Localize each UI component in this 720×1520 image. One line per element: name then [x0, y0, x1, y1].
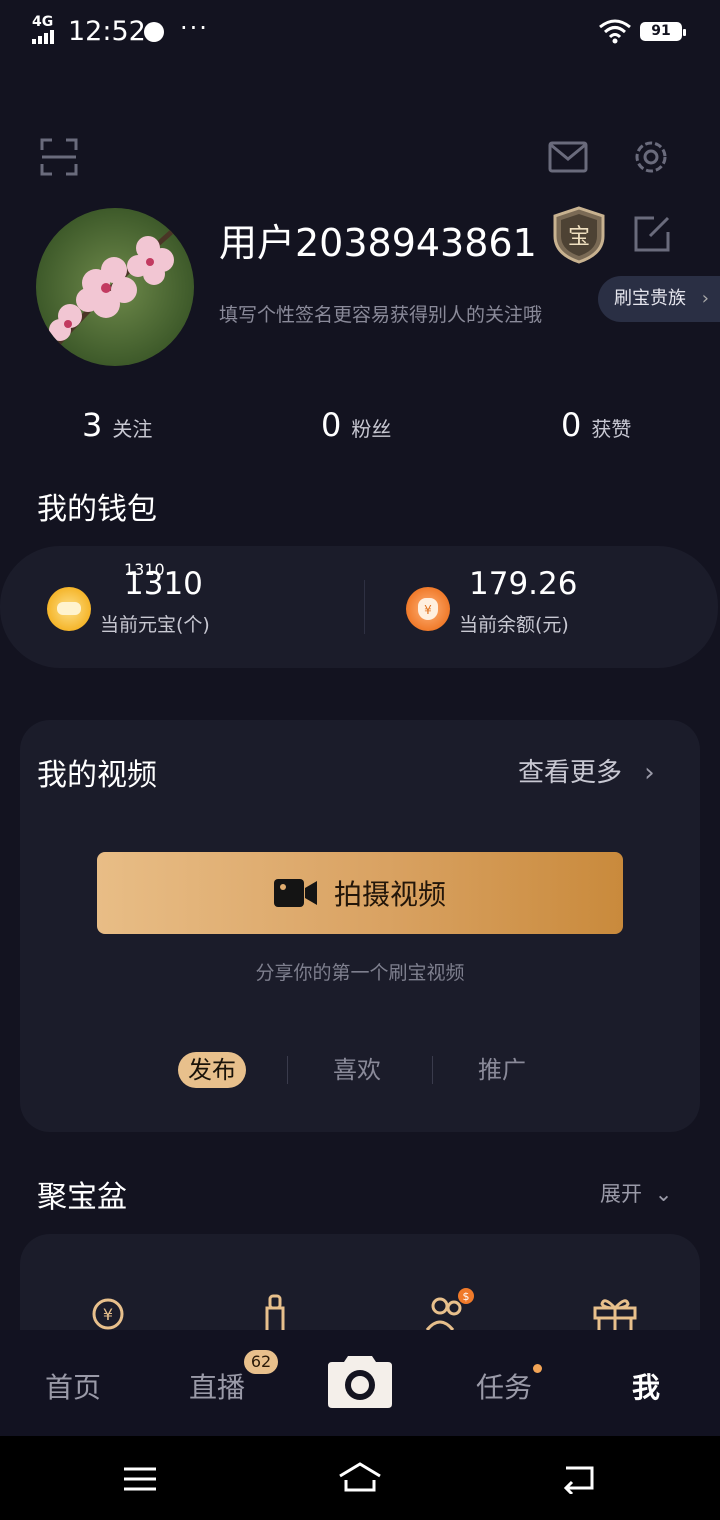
stat-label: 粉丝 — [351, 417, 392, 441]
noble-label: 刷宝贵族 — [614, 288, 686, 309]
stat-likes[interactable]: 0 获赞 — [561, 406, 631, 444]
video-tabs: 发布 喜欢 推广 — [0, 1052, 720, 1092]
share-hint: 分享你的第一个刷宝视频 — [255, 962, 465, 984]
vip-shield-icon[interactable]: 宝 — [551, 206, 607, 264]
battery-indicator: 91 — [640, 22, 686, 41]
mail-icon[interactable] — [548, 141, 588, 173]
ingot-coin-icon — [47, 587, 91, 631]
notification-icon — [144, 22, 164, 42]
signal-icon — [32, 30, 60, 44]
wifi-icon — [599, 19, 631, 44]
wallet-card — [0, 546, 718, 668]
username: 用户2038943861 — [219, 221, 537, 265]
treasure-title: 聚宝盆 — [37, 1180, 127, 1215]
view-more-label: 查看更多 — [518, 758, 623, 788]
camera-icon[interactable] — [328, 1352, 392, 1408]
stat-following[interactable]: 3 关注 — [82, 406, 152, 444]
tab-liked[interactable]: 喜欢 — [333, 1052, 381, 1088]
noble-button[interactable]: 刷宝贵族 › — [598, 276, 720, 322]
edit-profile-icon[interactable] — [634, 216, 670, 252]
balance-label: 当前余额(元) — [459, 614, 569, 636]
chevron-right-icon: › — [701, 288, 709, 309]
nav-live[interactable]: 直播 — [189, 1366, 245, 1406]
back-icon[interactable] — [562, 1462, 598, 1494]
scan-icon[interactable] — [40, 138, 78, 176]
network-type: 4G — [32, 14, 54, 30]
tab-divider — [432, 1056, 433, 1084]
shoot-video-button[interactable]: 拍摄视频 — [97, 852, 623, 934]
money-bag-icon: ¥ — [406, 587, 450, 631]
status-bar: 4G 12:52 ··· 91 — [0, 0, 720, 66]
nav-me[interactable]: 我 — [632, 1366, 660, 1406]
chevron-down-icon: ⌄ — [654, 1182, 673, 1206]
vip-shield-text: 宝 — [568, 225, 590, 250]
nav-tasks[interactable]: 任务 — [476, 1366, 532, 1406]
settings-icon[interactable] — [632, 138, 670, 176]
shoot-video-label: 拍摄视频 — [333, 878, 446, 911]
ingot-count[interactable]: 1310 — [124, 566, 203, 602]
tab-promote[interactable]: 推广 — [478, 1052, 526, 1088]
menu-icon[interactable] — [122, 1466, 158, 1492]
home-icon[interactable] — [336, 1460, 384, 1494]
wallet-title: 我的钱包 — [37, 492, 157, 527]
stat-label: 关注 — [112, 417, 153, 441]
stat-value: 0 — [321, 406, 342, 444]
live-count-badge: 62 — [244, 1350, 278, 1374]
expand-label: 展开 — [600, 1182, 642, 1206]
video-camera-icon — [273, 879, 317, 907]
tasks-dot-badge — [533, 1364, 542, 1373]
nav-home[interactable]: 首页 — [45, 1366, 101, 1406]
expand-toggle[interactable]: 展开 ⌄ — [600, 1178, 672, 1208]
yuan-hand-icon[interactable]: ¥ — [84, 1296, 130, 1332]
svg-text:$: $ — [463, 1290, 470, 1303]
avatar[interactable] — [36, 208, 194, 366]
chevron-right-icon: › — [644, 758, 655, 788]
wallet-divider — [364, 580, 365, 634]
gift-icon[interactable] — [592, 1296, 638, 1332]
lipstick-icon[interactable] — [262, 1294, 288, 1332]
svg-text:¥: ¥ — [103, 1305, 113, 1324]
my-videos-title: 我的视频 — [37, 758, 157, 793]
stat-value: 0 — [561, 406, 582, 444]
stat-fans[interactable]: 0 粉丝 — [321, 406, 391, 444]
ingot-label: 当前元宝(个) — [100, 614, 210, 636]
signature[interactable]: 填写个性签名更容易获得别人的关注哦 — [219, 300, 542, 327]
view-more-link[interactable]: 查看更多 › — [518, 752, 655, 789]
tab-publish[interactable]: 发布 — [178, 1052, 246, 1088]
tab-divider — [287, 1056, 288, 1084]
invite-friends-icon[interactable]: $ — [424, 1286, 474, 1332]
stat-label: 获赞 — [591, 417, 632, 441]
clock: 12:52 — [68, 16, 146, 47]
more-notifications-icon: ··· — [180, 14, 209, 42]
avatar-blossom-image — [44, 226, 178, 360]
balance-amount[interactable]: 179.26 — [469, 566, 577, 602]
stat-value: 3 — [82, 406, 103, 444]
